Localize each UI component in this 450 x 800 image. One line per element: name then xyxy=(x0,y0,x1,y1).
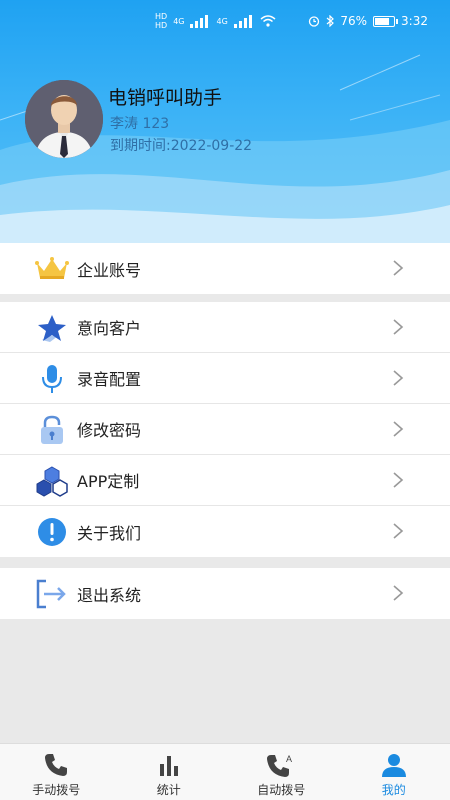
chevron-right-icon xyxy=(393,472,404,488)
bluetooth-icon xyxy=(326,15,335,27)
chevron-right-icon xyxy=(393,319,404,335)
menu-label: APP定制 xyxy=(77,472,140,491)
chevron-right-icon xyxy=(393,421,404,437)
status-bar: HD HD 4G 4G 76% 3:32 xyxy=(0,0,450,44)
crown-icon xyxy=(34,251,70,287)
microphone-icon xyxy=(34,361,70,397)
star-icon xyxy=(34,310,70,346)
tab-label: 统计 xyxy=(156,783,181,797)
bar-chart-icon xyxy=(154,751,184,779)
battery-percent: 76% xyxy=(340,14,368,28)
alarm-icon xyxy=(309,16,320,27)
tab-label: 我的 xyxy=(381,783,406,797)
bottom-tab-bar: 手动拨号 统计 A 自动拨号 我的 xyxy=(0,743,450,800)
tab-label: 自动拨号 xyxy=(257,783,306,797)
menu-label: 录音配置 xyxy=(77,370,142,389)
clock-time: 3:32 xyxy=(401,14,428,28)
person-icon xyxy=(379,751,409,779)
avatar-person-icon xyxy=(25,80,103,158)
tab-mine[interactable]: 我的 xyxy=(338,744,450,800)
lock-icon xyxy=(34,412,70,448)
menu-label: 关于我们 xyxy=(77,523,142,543)
menu-item-logout[interactable]: 退出系统 xyxy=(0,568,450,619)
auto-dial-icon: A xyxy=(266,751,296,779)
menu-item-intended-customers[interactable]: 意向客户 xyxy=(0,302,450,353)
menu-section-main: 意向客户 录音配置 修改密码 APP定制 关于我们 xyxy=(0,302,450,557)
expire-date: 到期时间:2022-09-22 xyxy=(110,138,253,154)
tab-statistics[interactable]: 统计 xyxy=(113,744,226,800)
menu-section-exit: 退出系统 xyxy=(0,568,450,619)
chevron-right-icon xyxy=(393,585,404,601)
chevron-right-icon xyxy=(393,260,404,276)
app-title: 电销呼叫助手 xyxy=(108,87,223,109)
user-name: 李涛 123 xyxy=(110,116,170,132)
menu-item-enterprise-account[interactable]: 企业账号 xyxy=(0,243,450,294)
svg-text:A: A xyxy=(286,754,292,764)
menu-label: 修改密码 xyxy=(77,421,142,440)
hd-badge-1: HD xyxy=(155,12,168,21)
hd-badge-2: HD xyxy=(155,21,168,30)
info-icon xyxy=(34,514,70,550)
tab-manual-dial[interactable]: 手动拨号 xyxy=(0,744,113,800)
menu-item-about-us[interactable]: 关于我们 xyxy=(0,506,450,557)
chevron-right-icon xyxy=(393,370,404,386)
menu-item-app-customization[interactable]: APP定制 xyxy=(0,455,450,506)
network-1-label: 4G xyxy=(173,16,185,26)
network-2-label: 4G xyxy=(216,16,228,26)
tab-auto-dial[interactable]: A 自动拨号 xyxy=(225,744,338,800)
wifi-icon xyxy=(260,15,276,27)
menu-item-change-password[interactable]: 修改密码 xyxy=(0,404,450,455)
menu-label: 企业账号 xyxy=(77,260,142,280)
profile-header: HD HD 4G 4G 76% 3:32 电销呼叫助手 李涛 123 到期时间:… xyxy=(0,0,450,243)
hexagons-icon xyxy=(34,463,70,499)
chevron-right-icon xyxy=(393,523,404,539)
tab-label: 手动拨号 xyxy=(32,783,81,797)
phone-icon xyxy=(41,751,71,779)
avatar[interactable] xyxy=(25,80,103,158)
signal-1-icon xyxy=(190,14,210,28)
battery-icon xyxy=(373,15,399,27)
menu-label: 意向客户 xyxy=(77,319,142,338)
menu-item-recording-config[interactable]: 录音配置 xyxy=(0,353,450,404)
menu-section-account: 企业账号 xyxy=(0,243,450,294)
menu-label: 退出系统 xyxy=(77,585,142,605)
signal-2-icon xyxy=(233,14,254,28)
logout-icon xyxy=(34,576,70,612)
